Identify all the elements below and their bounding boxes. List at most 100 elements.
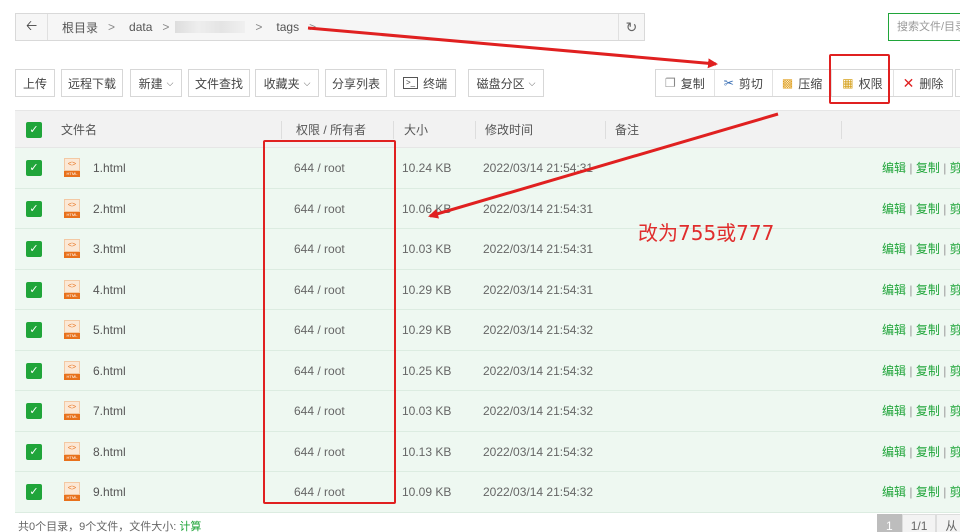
file-name[interactable]: 2.html — [93, 189, 126, 229]
html-file-icon: <> HTML — [64, 320, 80, 340]
batch-actions-group: ❐ 复制 ✂ 剪切 ▩ 压缩 ▦ 权限 ✕ 删除 — [655, 69, 954, 97]
edit-link[interactable]: 编辑 — [882, 485, 906, 499]
row-checkbox[interactable]: ✓ — [26, 362, 42, 379]
compress-button[interactable]: ▩ 压缩 — [773, 70, 833, 96]
table-row[interactable]: ✓ <> HTML 6.html 644 / root 10.25 KB 2022/03/1… — [15, 350, 960, 391]
cut-link[interactable]: 剪切 — [950, 404, 960, 418]
more-button[interactable] — [955, 69, 960, 97]
ops-separator: | — [943, 282, 947, 297]
copy-label: 复制 — [680, 76, 705, 91]
edit-link[interactable]: 编辑 — [882, 404, 906, 418]
edit-link[interactable]: 编辑 — [882, 161, 906, 175]
row-checkbox[interactable]: ✓ — [26, 443, 42, 460]
file-name[interactable]: 6.html — [93, 351, 126, 391]
edit-link[interactable]: 编辑 — [882, 202, 906, 216]
copy-link[interactable]: 复制 — [916, 323, 940, 337]
row-checkbox[interactable]: ✓ — [26, 160, 42, 176]
disk-partition-dropdown[interactable]: 磁盘分区 ⌵ — [468, 69, 544, 97]
file-name[interactable]: 8.html — [93, 432, 126, 472]
copy-link[interactable]: 复制 — [916, 202, 940, 216]
row-checkbox[interactable]: ✓ — [26, 322, 42, 338]
cut-link[interactable]: 剪切 — [950, 323, 960, 337]
file-search-button[interactable]: 文件查找 — [188, 69, 250, 97]
copy-link[interactable]: 复制 — [916, 404, 940, 418]
breadcrumb-data[interactable]: data — [115, 20, 152, 34]
html-file-icon: <> HTML — [64, 360, 80, 381]
copy-link[interactable]: 复制 — [916, 161, 940, 175]
address-bar[interactable]: 🡠 根目录 > data > > tags > ↻ — [15, 13, 645, 41]
select-all-checkbox[interactable]: ✓ — [26, 122, 42, 138]
cut-link[interactable]: 剪切 — [950, 364, 960, 378]
row-checkbox[interactable]: ✓ — [26, 200, 42, 217]
terminal-button[interactable]: >_ 终端 — [394, 69, 456, 97]
permission-column-highlight-box — [263, 140, 396, 504]
check-icon: ✓ — [29, 324, 39, 336]
row-checkbox[interactable]: ✓ — [26, 281, 42, 298]
delete-button[interactable]: ✕ 删除 — [894, 70, 953, 96]
edit-link[interactable]: 编辑 — [882, 445, 906, 459]
file-name[interactable]: 4.html — [93, 270, 126, 310]
edit-link[interactable]: 编辑 — [882, 283, 906, 297]
copy-link[interactable]: 复制 — [916, 445, 940, 459]
copy-link[interactable]: 复制 — [916, 364, 940, 378]
redacted-path-segment — [175, 21, 246, 33]
header-modified[interactable]: 修改时间 — [485, 111, 533, 149]
header-size[interactable]: 大小 — [404, 111, 428, 149]
delete-label: 删除 — [919, 76, 944, 91]
back-button[interactable]: 🡠 — [16, 14, 48, 40]
header-name[interactable]: 文件名 — [61, 111, 97, 149]
ops-separator: | — [909, 282, 913, 297]
copy-button[interactable]: ❐ 复制 — [656, 70, 715, 96]
row-checkbox[interactable]: ✓ — [26, 241, 42, 257]
column-divider — [281, 121, 282, 139]
edit-link[interactable]: 编辑 — [882, 242, 906, 256]
table-row[interactable]: ✓ <> HTML 8.html 644 / root 10.13 KB 2022/03/1… — [15, 431, 960, 472]
check-icon: ✓ — [29, 445, 39, 458]
upload-button[interactable]: 上传 — [15, 69, 55, 97]
page-jump[interactable]: 从 — [936, 514, 960, 532]
copy-link[interactable]: 复制 — [916, 485, 940, 499]
ops-separator: | — [943, 323, 947, 337]
breadcrumb-root[interactable]: 根目录 — [48, 19, 98, 36]
page-current[interactable]: 1 — [877, 514, 902, 532]
new-dropdown[interactable]: 新建 ⌵ — [130, 69, 182, 97]
chevron-down-icon: ⌵ — [303, 77, 311, 88]
file-name[interactable]: 1.html — [93, 148, 126, 188]
cut-link[interactable]: 剪切 — [950, 242, 960, 256]
cut-link[interactable]: 剪切 — [950, 445, 960, 459]
cut-link[interactable]: 剪切 — [950, 202, 960, 216]
copy-link[interactable]: 复制 — [916, 242, 940, 256]
edit-link[interactable]: 编辑 — [882, 364, 906, 378]
file-size: 10.09 KB — [402, 485, 452, 499]
table-row[interactable]: ✓ <> HTML 1.html 644 / root 10.24 KB 2022/03/1… — [15, 148, 960, 189]
file-name[interactable]: 7.html — [93, 391, 126, 431]
check-icon: ✓ — [29, 124, 39, 136]
table-row[interactable]: ✓ <> HTML 2.html 644 / root 10.06 KB 2022/03/1… — [15, 188, 960, 229]
share-list-button[interactable]: 分享列表 — [325, 69, 387, 97]
refresh-button[interactable]: ↻ — [618, 14, 644, 40]
copy-link[interactable]: 复制 — [916, 283, 940, 297]
row-checkbox[interactable]: ✓ — [26, 403, 42, 419]
favorites-dropdown[interactable]: 收藏夹 ⌵ — [255, 69, 319, 97]
calculate-size-link[interactable]: 计算 — [179, 521, 201, 532]
cut-link[interactable]: 剪切 — [950, 283, 960, 297]
table-row[interactable]: ✓ <> HTML 3.html 644 / root 10.03 KB 2022/03/1… — [15, 229, 960, 270]
table-row[interactable]: ✓ <> HTML 4.html 644 / root 10.29 KB 2022/03/1… — [15, 269, 960, 310]
table-row[interactable]: ✓ <> HTML 7.html 644 / root 10.03 KB 2022/03/1… — [15, 391, 960, 432]
file-name[interactable]: 9.html — [93, 472, 126, 512]
search-input[interactable]: 搜索文件/目录 — [888, 13, 960, 41]
edit-link[interactable]: 编辑 — [882, 323, 906, 337]
cut-link[interactable]: 剪切 — [950, 161, 960, 175]
table-row[interactable]: ✓ <> HTML 9.html 644 / root 10.09 KB 2022/03/1… — [15, 472, 960, 513]
ops-separator: | — [943, 161, 947, 175]
remote-download-button[interactable]: 远程下载 — [61, 69, 123, 97]
row-checkbox[interactable]: ✓ — [26, 484, 42, 500]
cut-link[interactable]: 剪切 — [950, 485, 960, 499]
breadcrumb-tags[interactable]: tags — [262, 20, 299, 34]
file-name[interactable]: 3.html — [93, 229, 126, 269]
column-divider — [841, 121, 842, 139]
file-name[interactable]: 5.html — [93, 310, 126, 350]
ops-separator: | — [943, 201, 947, 216]
cut-button[interactable]: ✂ 剪切 — [715, 70, 773, 96]
table-row[interactable]: ✓ <> HTML 5.html 644 / root 10.29 KB 2022/03/1… — [15, 310, 960, 351]
